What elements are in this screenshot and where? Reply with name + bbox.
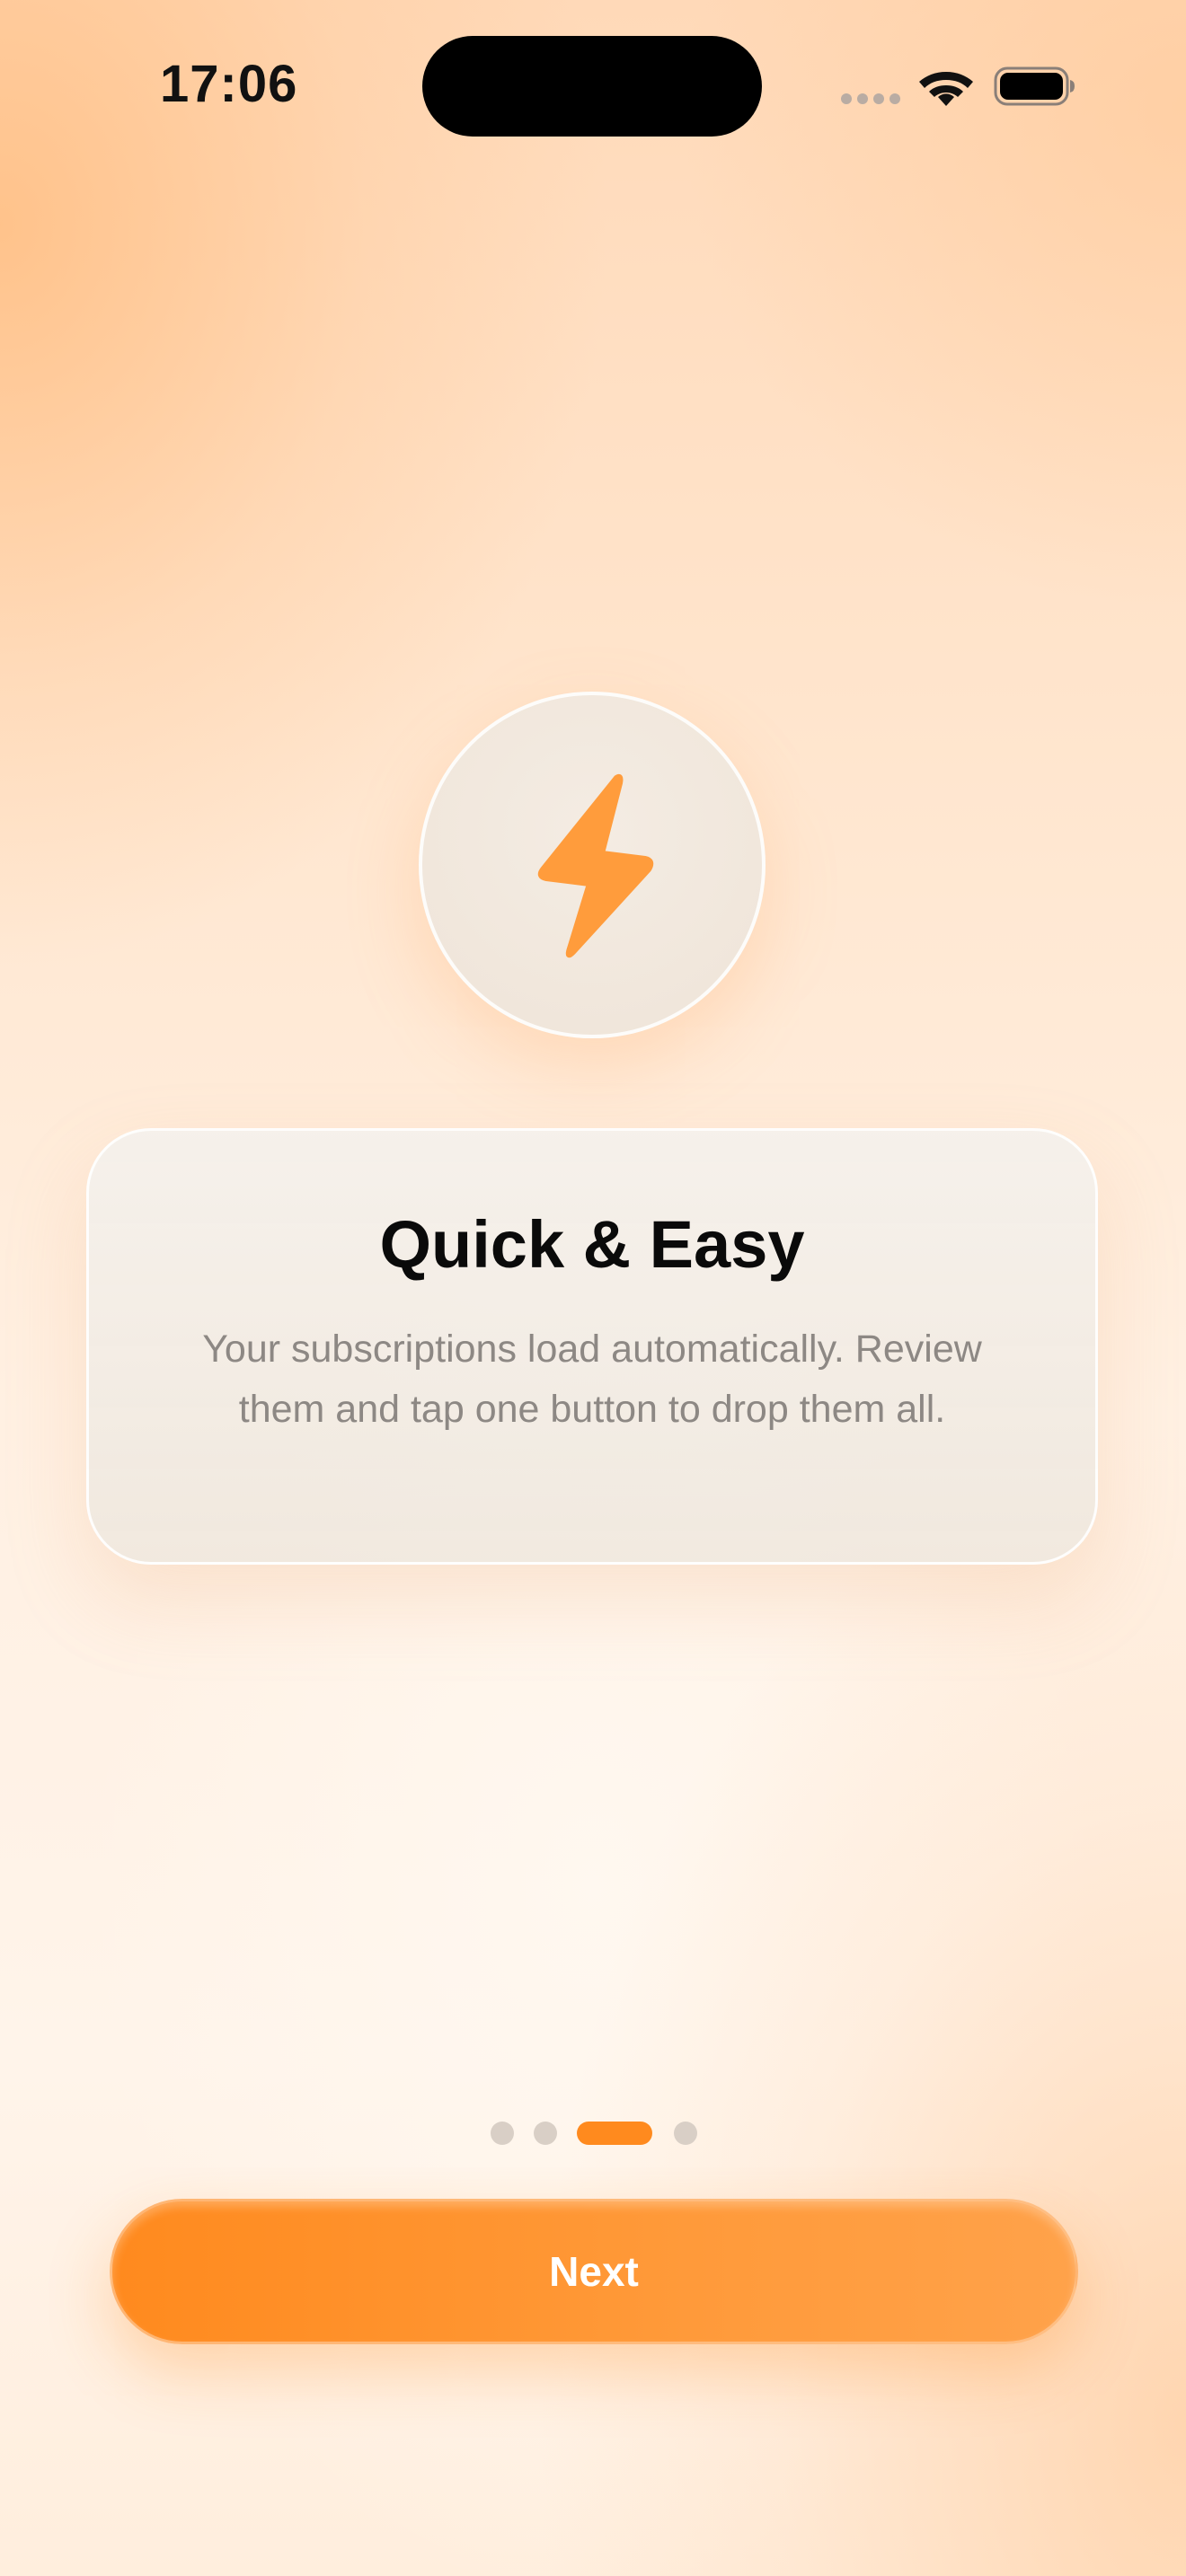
signal-icon xyxy=(841,93,900,104)
feature-card: Quick & Easy Your subscriptions load aut… xyxy=(86,1128,1098,1565)
feature-title: Quick & Easy xyxy=(379,1207,805,1282)
wifi-icon xyxy=(919,72,973,106)
battery-icon xyxy=(994,66,1075,106)
dynamic-island xyxy=(422,36,762,137)
next-button[interactable]: Next xyxy=(110,2199,1078,2344)
lightning-bolt-icon xyxy=(537,773,654,958)
page-dot-2[interactable] xyxy=(534,2122,557,2145)
onboarding-screen: 17:06 Quick & Easy Your subscriptions lo… xyxy=(0,0,1186,2576)
page-dot-4[interactable] xyxy=(674,2122,697,2145)
feature-description: Your subscriptions load automatically. R… xyxy=(202,1328,982,1431)
status-time: 17:06 xyxy=(160,55,298,113)
page-indicator[interactable] xyxy=(0,2122,1186,2145)
feature-icon-badge xyxy=(419,692,766,1038)
page-dot-1[interactable] xyxy=(491,2122,514,2145)
page-dot-3-active[interactable] xyxy=(577,2122,652,2145)
